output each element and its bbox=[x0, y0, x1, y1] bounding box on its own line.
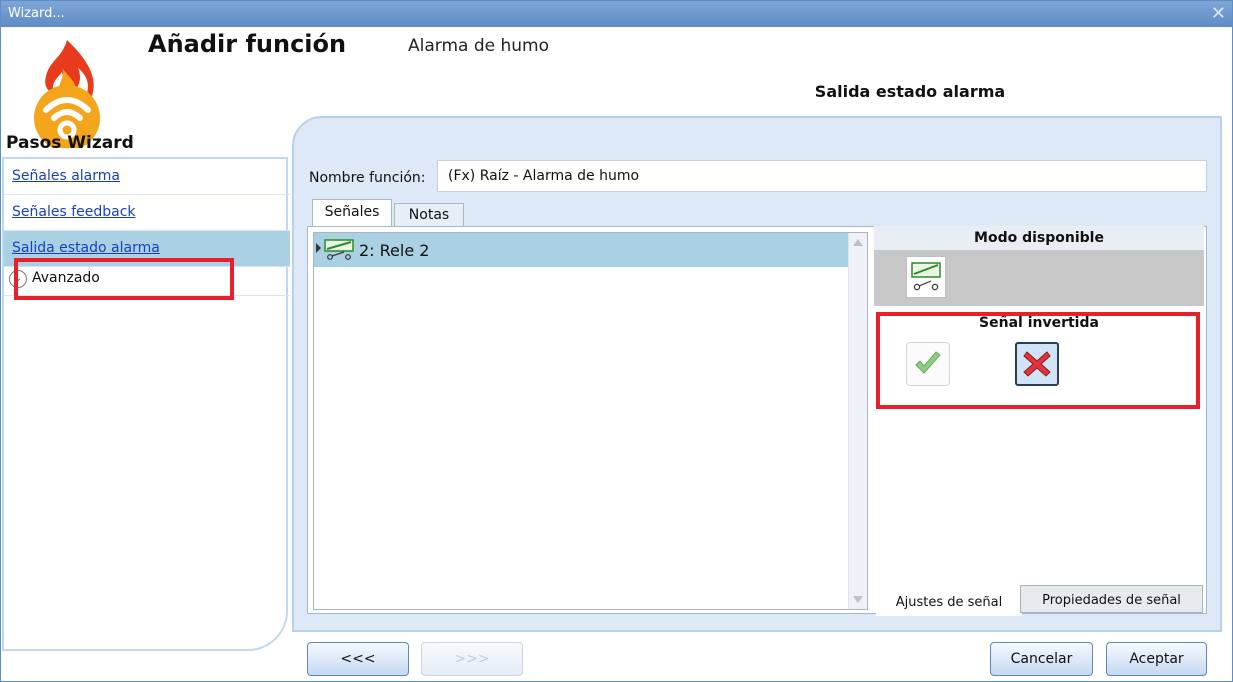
window-title: Wizard... bbox=[8, 6, 65, 21]
tab-signal-settings[interactable]: Ajustes de señal bbox=[876, 588, 1022, 616]
relay-mode-icon bbox=[911, 262, 941, 291]
highlight-frame-inverted bbox=[876, 312, 1200, 409]
row-expander-icon[interactable] bbox=[316, 243, 321, 253]
cancel-button[interactable]: Cancelar bbox=[990, 642, 1093, 676]
signal-label: 2: Rele 2 bbox=[359, 241, 430, 260]
next-label: >>> bbox=[454, 651, 490, 667]
function-name-value: (Fx) Raíz - Alarma de humo bbox=[448, 168, 640, 184]
accept-label: Aceptar bbox=[1129, 651, 1184, 667]
back-button[interactable]: <<< bbox=[307, 642, 409, 676]
step-item-senales-feedback[interactable]: Señales feedback bbox=[4, 195, 290, 231]
step-link[interactable]: Señales alarma bbox=[12, 168, 120, 184]
signals-list: 2: Rele 2 bbox=[313, 232, 868, 610]
next-button[interactable]: >>> bbox=[421, 642, 523, 676]
close-icon[interactable]: ✕ bbox=[1211, 3, 1226, 24]
step-link[interactable]: Salida estado alarma bbox=[12, 240, 160, 256]
subtab-label: Propiedades de señal bbox=[1042, 593, 1181, 608]
subtab-label: Ajustes de señal bbox=[895, 595, 1003, 610]
page-subtitle: Alarma de humo bbox=[408, 36, 550, 56]
wizard-steps-title: Pasos Wizard bbox=[6, 133, 134, 153]
step-link[interactable]: Señales feedback bbox=[12, 204, 136, 220]
vertical-scrollbar[interactable] bbox=[848, 233, 867, 609]
mode-available-title: Modo disponible bbox=[974, 230, 1104, 246]
wizard-steps-panel: Pasos Wizard Señales alarma Señales feed… bbox=[0, 130, 290, 654]
tab-signal-properties[interactable]: Propiedades de señal bbox=[1020, 585, 1203, 613]
function-name-field[interactable]: (Fx) Raíz - Alarma de humo bbox=[437, 160, 1207, 192]
step-item-senales-alarma[interactable]: Señales alarma bbox=[4, 159, 290, 195]
current-step-label: Salida estado alarma bbox=[814, 82, 1006, 101]
accept-button[interactable]: Aceptar bbox=[1106, 642, 1207, 676]
function-name-label: Nombre función: bbox=[309, 170, 426, 186]
highlight-frame-step bbox=[14, 258, 234, 300]
title-bar: Wizard... ✕ bbox=[1, 1, 1232, 27]
mode-available-header: Modo disponible bbox=[874, 226, 1204, 251]
tab-label: Señales bbox=[324, 204, 380, 220]
scroll-up-icon[interactable] bbox=[853, 239, 863, 246]
tab-senales[interactable]: Señales bbox=[312, 199, 392, 227]
current-step-tab: Salida estado alarma bbox=[704, 66, 1116, 116]
list-item[interactable]: 2: Rele 2 bbox=[314, 233, 849, 267]
mode-available-area bbox=[874, 250, 1204, 306]
wizard-steps-list: Señales alarma Señales feedback Salida e… bbox=[2, 157, 290, 651]
page-title: Añadir función bbox=[148, 30, 347, 58]
relay-mode-button[interactable] bbox=[906, 256, 946, 298]
relay-icon bbox=[324, 239, 354, 260]
cancel-label: Cancelar bbox=[1010, 651, 1073, 667]
scroll-down-icon[interactable] bbox=[853, 596, 863, 603]
tab-label: Notas bbox=[408, 207, 450, 223]
tab-notas[interactable]: Notas bbox=[394, 203, 464, 227]
back-label: <<< bbox=[340, 651, 376, 667]
